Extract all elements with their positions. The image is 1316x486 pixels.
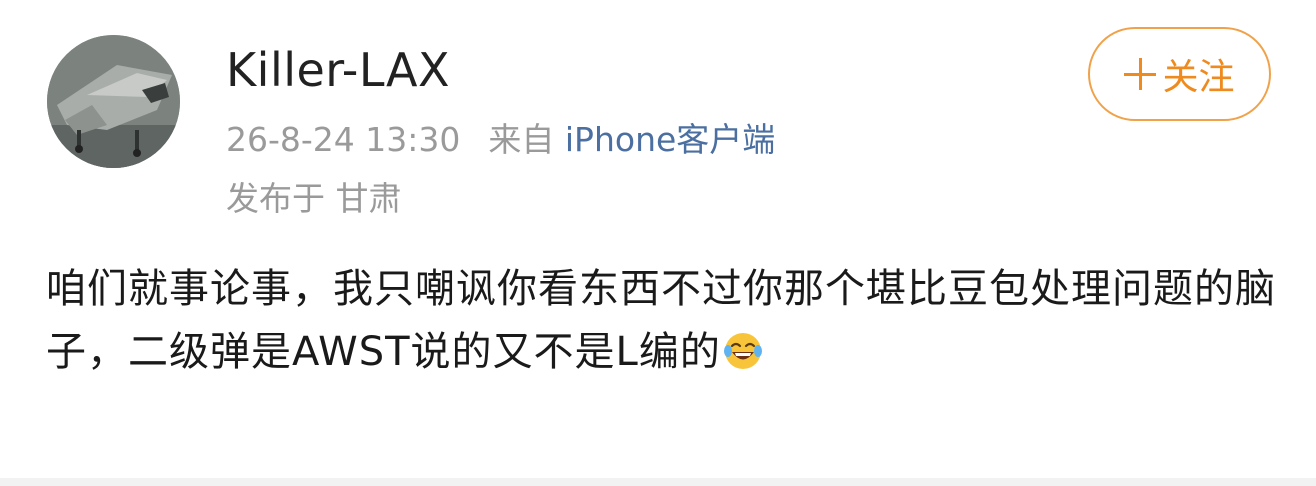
post-content: 咱们就事论事，我只嘲讽你看东西不过你那个堪比豆包处理问题的脑子，二级弹是AWST… <box>46 258 1276 384</box>
post-location: 发布于 甘肃 <box>226 179 402 218</box>
footer-divider <box>0 478 1316 486</box>
fighter-jet-avatar-icon <box>47 35 180 168</box>
post-meta: 26-8-24 13:30 来自 iPhone客户端 <box>226 118 775 162</box>
follow-button[interactable]: 关注 <box>1088 27 1271 121</box>
source-prefix: 来自 <box>488 120 555 159</box>
avatar[interactable] <box>47 35 180 168</box>
username[interactable]: Killer-LAX <box>226 42 450 98</box>
post-text: 咱们就事论事，我只嘲讽你看东西不过你那个堪比豆包处理问题的脑子，二级弹是AWST… <box>46 266 1276 375</box>
timestamp: 26-8-24 13:30 <box>226 120 461 159</box>
source-app-link[interactable]: iPhone客户端 <box>565 120 775 159</box>
follow-label: 关注 <box>1162 57 1235 98</box>
laughing-tears-emoji-icon <box>723 333 762 369</box>
plus-icon <box>1124 58 1157 90</box>
